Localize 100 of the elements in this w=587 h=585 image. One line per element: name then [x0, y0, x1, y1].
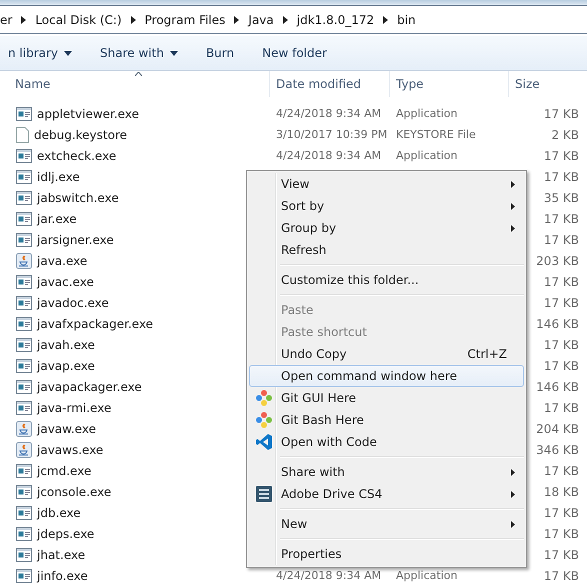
menu-item[interactable]: Git Bash Here [249, 409, 524, 431]
application-icon [16, 190, 32, 204]
file-name[interactable]: javaw.exe [37, 422, 96, 436]
application-icon [16, 148, 32, 162]
file-size: 17 KB [544, 170, 579, 184]
menu-item[interactable]: Open with Code [249, 431, 524, 453]
application-icon [16, 232, 32, 246]
sort-caret-icon [135, 72, 142, 76]
drive-icon [256, 486, 272, 502]
breadcrumb-item[interactable]: bin [397, 12, 416, 26]
file-name[interactable]: jconsole.exe [37, 484, 112, 498]
application-icon [16, 464, 32, 478]
file-name[interactable]: jarsigner.exe [37, 232, 114, 246]
file-size: 146 KB [536, 316, 579, 330]
menu-item[interactable]: Refresh [249, 239, 524, 261]
column-header[interactable]: Date modified [270, 71, 390, 97]
file-size: 17 KB [544, 148, 579, 162]
file-name[interactable]: appletviewer.exe [37, 106, 139, 120]
file-size: 2 KB [551, 128, 579, 142]
file-name[interactable]: jhat.exe [37, 548, 86, 562]
application-icon [16, 170, 32, 184]
chevron-icon [130, 16, 136, 24]
toolbar-button[interactable]: Share with [86, 46, 192, 60]
application-icon [16, 380, 32, 394]
application-icon [16, 358, 32, 372]
vscode-icon [256, 434, 272, 450]
breadcrumb-item[interactable]: er [0, 12, 12, 26]
menu-item[interactable]: Properties [249, 543, 524, 565]
file-name[interactable]: javah.exe [37, 338, 95, 352]
file-size: 17 KB [544, 506, 579, 520]
application-icon [16, 526, 32, 540]
application-icon [16, 548, 32, 562]
column-header[interactable]: Name [0, 71, 270, 97]
breadcrumb-item[interactable]: Local Disk (C:) [35, 12, 122, 26]
file-size: 17 KB [544, 212, 579, 226]
file-size: 18 KB [544, 484, 579, 498]
file-name[interactable]: extcheck.exe [37, 148, 116, 162]
date-modified: 4/24/2018 9:34 AM [276, 107, 382, 120]
file-size: 17 KB [544, 464, 579, 478]
file-name[interactable]: idlj.exe [37, 170, 80, 184]
file-size: 17 KB [544, 568, 579, 582]
file-size: 17 KB [544, 400, 579, 414]
menu-item[interactable]: Git GUI Here [249, 387, 524, 409]
file-name[interactable]: java.exe [37, 254, 88, 268]
java-cup-icon [16, 252, 32, 268]
breadcrumb-item[interactable]: jdk1.8.0_172 [296, 12, 374, 26]
file-size: 17 KB [544, 338, 579, 352]
date-modified: 4/24/2018 9:34 AM [276, 569, 382, 582]
chevron-icon [383, 16, 388, 24]
file-name[interactable]: javaws.exe [37, 442, 104, 456]
file-size: 17 KB [544, 526, 579, 540]
column-header[interactable]: Type [390, 71, 509, 97]
application-icon [16, 338, 32, 352]
file-name[interactable]: javap.exe [37, 358, 95, 372]
file-name[interactable]: jdeps.exe [37, 526, 94, 540]
file-size: 35 KB [544, 190, 579, 204]
file-name[interactable]: javapackager.exe [37, 380, 142, 394]
menu-item[interactable]: Customize this folder... [249, 269, 524, 291]
application-icon [16, 212, 32, 226]
application-icon [16, 484, 32, 498]
file-name[interactable]: debug.keystore [34, 128, 128, 142]
java-cup-icon [16, 420, 32, 436]
application-icon [16, 106, 32, 120]
menu-item[interactable]: Open command window here [249, 365, 524, 387]
chevron-icon [234, 16, 240, 24]
toolbar-button[interactable]: Burn [192, 46, 248, 60]
chevron-icon [282, 16, 288, 24]
diamond-dots-icon [256, 390, 272, 406]
file-type: Application [396, 107, 458, 120]
file-name[interactable]: javadoc.exe [37, 296, 109, 310]
column-header[interactable]: Size [509, 71, 587, 97]
menu-item[interactable]: Undo Copy Ctrl+Z [249, 343, 524, 365]
application-icon [16, 400, 32, 414]
menu-item[interactable]: Group by [249, 217, 524, 239]
file-size: 17 KB [544, 274, 579, 288]
file-name[interactable]: javac.exe [37, 274, 94, 288]
toolbar-button[interactable]: n library [0, 46, 86, 60]
file-name[interactable]: jabswitch.exe [37, 190, 119, 204]
file-size: 17 KB [544, 548, 579, 562]
menu-item[interactable]: Sort by [249, 195, 524, 217]
menu-item[interactable]: Adobe Drive CS4 [249, 483, 524, 505]
file-name[interactable]: jinfo.exe [37, 568, 88, 582]
breadcrumb-item[interactable]: Program Files [144, 12, 226, 26]
menu-item[interactable]: View [249, 173, 524, 195]
file-name[interactable]: java-rmi.exe [37, 400, 112, 414]
file-size: 17 KB [544, 232, 579, 246]
file-name[interactable]: jcmd.exe [37, 464, 92, 478]
toolbar-button[interactable]: New folder [248, 46, 341, 60]
file-name[interactable]: javafxpackager.exe [37, 316, 154, 330]
file-name[interactable]: jdb.exe [37, 506, 81, 520]
date-modified: 3/10/2017 10:39 PM [276, 128, 388, 141]
file-size: 346 KB [536, 442, 579, 456]
file-name[interactable]: jar.exe [37, 212, 77, 226]
document-icon [16, 126, 29, 142]
menu-item[interactable]: New [249, 513, 524, 535]
breadcrumb-item[interactable]: Java [248, 12, 274, 26]
application-icon [16, 568, 32, 582]
diamond-dots-icon [256, 412, 272, 428]
menu-item[interactable]: Share with [249, 461, 524, 483]
chevron-icon [21, 16, 26, 24]
